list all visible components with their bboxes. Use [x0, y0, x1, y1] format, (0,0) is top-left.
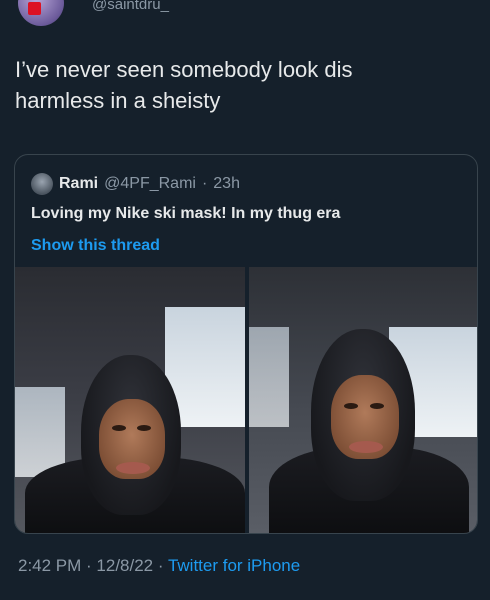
tweet-text: I’ve never seen somebody look dis harmle…: [15, 54, 475, 116]
photo-left[interactable]: [15, 267, 245, 533]
tweet-timestamp[interactable]: 2:42 PM · 12/8/22 ·: [18, 556, 168, 575]
show-thread-link[interactable]: Show this thread: [31, 237, 160, 255]
top-bar: @saintdru_: [0, 0, 490, 30]
quoted-avatar[interactable]: [31, 173, 53, 195]
quoted-tweet[interactable]: Rami @4PF_Rami · 23h Loving my Nike ski …: [14, 154, 478, 534]
quoted-name[interactable]: Rami: [59, 175, 98, 193]
tweet-text-line-1: I’ve never seen somebody look dis: [15, 57, 353, 82]
user-handle[interactable]: @saintdru_: [92, 0, 169, 13]
user-avatar[interactable]: [18, 0, 64, 26]
tweet-meta: 2:42 PM · 12/8/22 · Twitter for iPhone: [18, 556, 300, 576]
avatar-badge-icon: [28, 2, 41, 15]
quoted-separator: ·: [201, 175, 208, 192]
tweet-text-line-2: harmless in a sheisty: [15, 88, 221, 113]
photo-right[interactable]: [249, 267, 477, 533]
quoted-tweet-header: Rami @4PF_Rami · 23h: [31, 172, 240, 196]
quoted-text: Loving my Nike ski mask! In my thug era: [31, 205, 341, 222]
tweet-source-link[interactable]: Twitter for iPhone: [168, 556, 300, 575]
quoted-time[interactable]: 23h: [213, 175, 240, 193]
quoted-media: [15, 267, 477, 533]
quoted-handle[interactable]: @4PF_Rami: [104, 175, 196, 193]
